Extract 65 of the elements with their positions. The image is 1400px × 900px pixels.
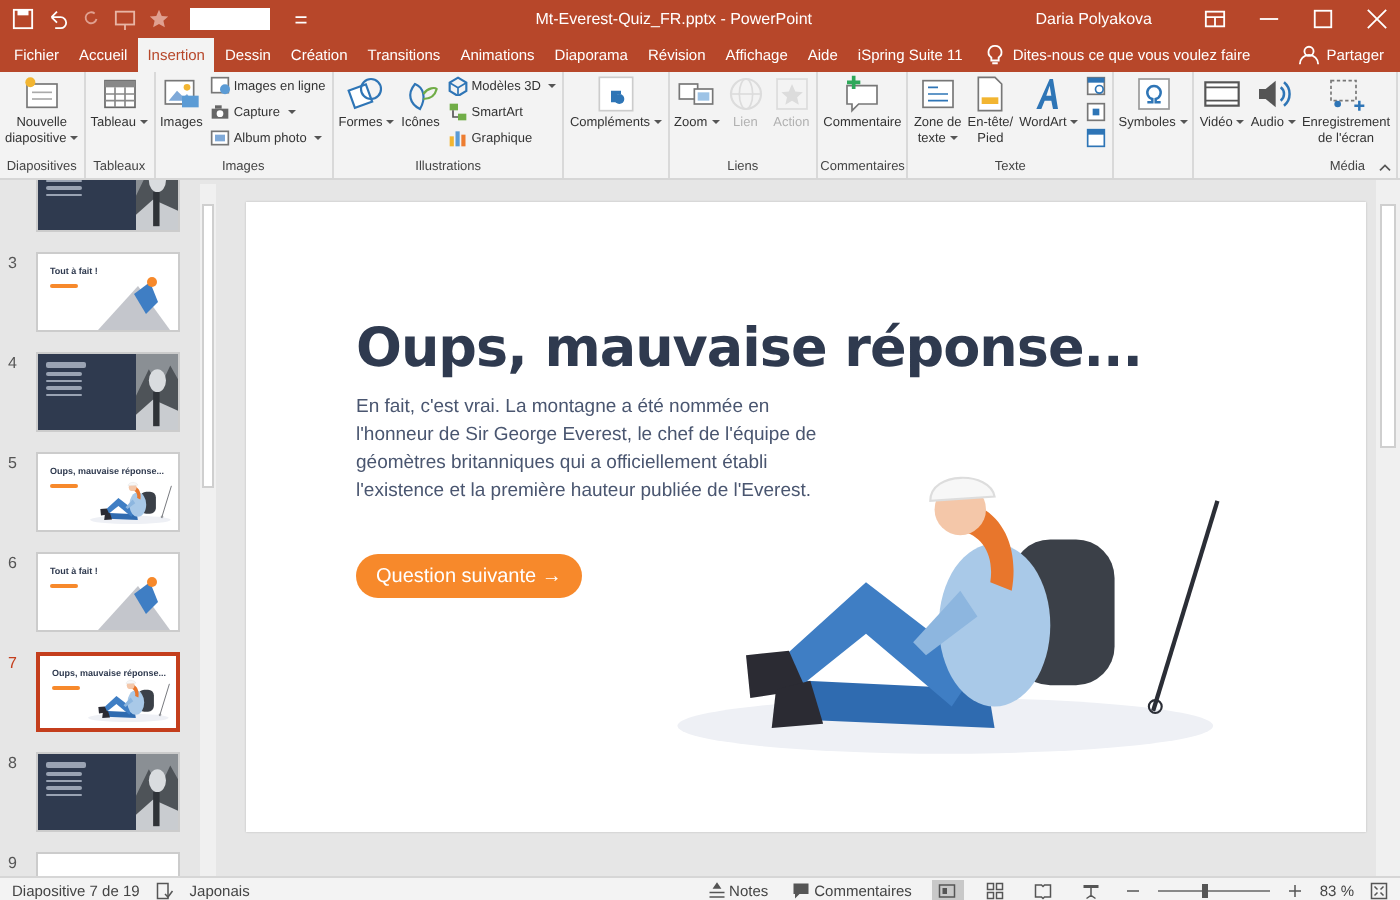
ribbon-button[interactable] — [1081, 100, 1110, 124]
presentation-icon — [114, 8, 136, 30]
caret-icon — [711, 120, 720, 125]
notes-icon — [707, 881, 726, 899]
book-view-icon — [1034, 881, 1053, 899]
caret-icon — [1179, 120, 1188, 125]
person-icon — [1298, 44, 1321, 66]
bar-chart-icon — [447, 128, 468, 148]
album-icon — [209, 128, 230, 148]
text-panel — [38, 754, 136, 830]
object-icon — [1085, 128, 1106, 148]
zoom-in-icon — [1285, 881, 1304, 899]
screen-record-icon — [1326, 74, 1366, 114]
maximize-icon — [1312, 8, 1334, 30]
user-name[interactable]: Daria Polyakova — [1035, 10, 1152, 28]
ribbon-display-icon — [1204, 8, 1226, 30]
slide-number-icon — [1085, 102, 1106, 122]
cube-icon — [447, 76, 468, 96]
ribbon-button[interactable] — [1081, 74, 1110, 98]
spell-check-icon — [155, 881, 174, 899]
caret-icon — [654, 120, 663, 125]
slide-title: Oups, mauvaise réponse... — [356, 316, 1143, 384]
projector-icon — [1082, 881, 1101, 899]
undo-icon — [46, 8, 68, 30]
scrollbar[interactable] — [1376, 180, 1400, 876]
save-icon — [12, 8, 34, 30]
collapse-icon — [1378, 162, 1392, 172]
caret-icon — [548, 84, 557, 88]
ribbon-button[interactable] — [1081, 126, 1110, 150]
window-title: Mt-Everest-Quiz_FR.pptx - PowerPoint — [533, 10, 814, 28]
grid-view-icon — [986, 881, 1005, 899]
camera-icon — [209, 102, 230, 122]
caret-icon — [314, 136, 323, 140]
caret-icon — [140, 120, 148, 125]
slide-number: 5 — [8, 452, 19, 472]
scrollbar[interactable] — [200, 184, 216, 876]
quick-access-field[interactable] — [190, 8, 270, 30]
slide-number: 7 — [8, 652, 19, 672]
view-button[interactable] — [931, 879, 964, 900]
fit-to-window-icon — [1370, 881, 1388, 899]
caret-icon — [287, 110, 296, 114]
slide-thumbnail[interactable] — [36, 352, 180, 432]
close-icon — [1366, 8, 1388, 30]
text-panel — [38, 354, 136, 430]
caret-icon — [1236, 120, 1245, 125]
slide-number: 8 — [8, 752, 19, 772]
slide-number: 9 — [8, 852, 19, 872]
slide-number: 3 — [8, 252, 19, 272]
lightbulb-icon — [984, 44, 1007, 66]
comment-icon — [792, 881, 811, 899]
slide-number: 4 — [8, 352, 19, 372]
globe-icon — [725, 74, 766, 114]
normal-view-icon — [938, 881, 957, 899]
star-icon — [148, 8, 170, 30]
caret-icon — [70, 135, 79, 140]
caret-icon — [1070, 120, 1079, 125]
caret-icon — [1287, 120, 1296, 125]
redo-icon — [80, 8, 102, 30]
caret-icon — [949, 135, 958, 140]
slide-text: En fait, c'est vrai. La montagne a été nommée en l'honneur de Sir George Everest, le chef de l'équipe de géomètres britanniques qui a officiellement établi l'existence et la première hauteur publiée de l'Everest. — [356, 394, 819, 506]
slider-thumb[interactable] — [1202, 883, 1209, 897]
slide-thumbnail[interactable] — [36, 752, 180, 832]
smartart-icon — [447, 102, 468, 122]
slide-number: 6 — [8, 552, 19, 572]
caret-icon — [386, 120, 395, 125]
